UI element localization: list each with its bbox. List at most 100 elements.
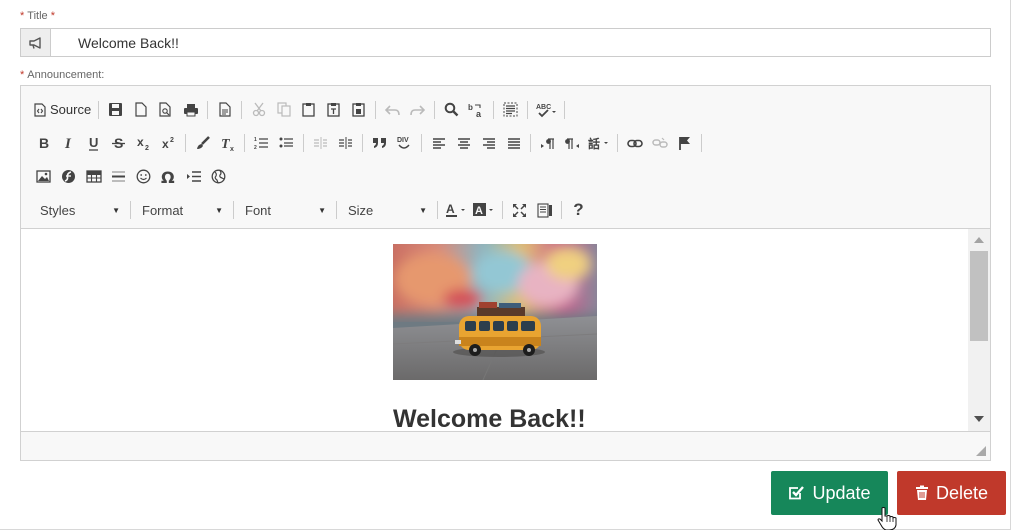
editor-content-area[interactable]: Welcome Back!!	[21, 228, 990, 432]
indent-button[interactable]	[333, 130, 358, 156]
required-marker: *	[20, 69, 25, 81]
numbered-list-button[interactable]: 12	[249, 130, 274, 156]
toolbar-separator	[493, 100, 495, 119]
new-page-button[interactable]	[128, 97, 153, 123]
page-break-button[interactable]	[181, 164, 206, 190]
toolbar-row-1: Source b a ABC	[31, 93, 990, 127]
bulleted-list-icon	[279, 137, 293, 148]
link-button[interactable]	[622, 130, 647, 156]
bulleted-list-button[interactable]	[274, 130, 299, 156]
update-button[interactable]: Update	[771, 471, 888, 515]
smiley-button[interactable]	[131, 164, 156, 190]
show-blocks-icon	[536, 203, 552, 218]
svg-text:2: 2	[170, 137, 174, 144]
save-icon	[109, 103, 123, 117]
unlink-icon	[651, 137, 668, 148]
maximize-button[interactable]	[507, 197, 532, 223]
svg-text:A: A	[446, 202, 455, 216]
svg-text:b: b	[468, 103, 473, 112]
cut-button[interactable]	[246, 97, 271, 123]
scroll-down-arrow-icon[interactable]	[974, 416, 984, 422]
background-color-button[interactable]: A	[470, 197, 498, 223]
text-direction-rtl-button[interactable]	[560, 130, 585, 156]
toolbar-separator	[336, 201, 337, 220]
bold-button[interactable]: B	[31, 130, 56, 156]
check-square-icon	[789, 486, 805, 500]
resize-grip-icon[interactable]	[976, 446, 986, 456]
svg-text:B: B	[39, 136, 49, 150]
special-char-button[interactable]: Ω	[156, 164, 181, 190]
trash-icon	[915, 485, 928, 500]
blockquote-button[interactable]	[367, 130, 392, 156]
iframe-button[interactable]	[206, 164, 231, 190]
smiley-icon	[136, 169, 151, 184]
subscript-button[interactable]: x2	[131, 130, 156, 156]
undo-button[interactable]	[380, 97, 405, 123]
remove-format-button[interactable]: Tx	[215, 130, 240, 156]
preview-button[interactable]	[153, 97, 178, 123]
font-dropdown[interactable]: Font ▼	[238, 197, 332, 223]
create-div-button[interactable]: DIV	[392, 130, 417, 156]
link-icon	[626, 139, 643, 148]
delete-button[interactable]: Delete	[897, 471, 1006, 515]
svg-text:ABC: ABC	[536, 104, 551, 111]
scrollbar-thumb[interactable]	[970, 251, 988, 341]
copy-button[interactable]	[271, 97, 296, 123]
source-label: Source	[50, 102, 92, 118]
superscript-button[interactable]: x2	[156, 130, 181, 156]
justify-button[interactable]	[501, 130, 526, 156]
toolbar-separator	[617, 134, 618, 153]
help-button[interactable]: ?	[566, 197, 591, 223]
select-all-button[interactable]	[498, 97, 523, 123]
paste-word-button[interactable]	[346, 97, 371, 123]
format-dropdown[interactable]: Format ▼	[135, 197, 229, 223]
horizontal-rule-button[interactable]	[106, 164, 131, 190]
text-color-button[interactable]: A	[442, 197, 470, 223]
paste-text-button[interactable]	[321, 97, 346, 123]
page-break-icon	[186, 171, 201, 182]
svg-text:A: A	[475, 205, 483, 217]
image-button[interactable]	[31, 164, 56, 190]
div-container-icon: DIV	[397, 137, 410, 149]
redo-button[interactable]	[405, 97, 430, 123]
toolbar-separator	[375, 100, 377, 119]
scroll-up-arrow-icon[interactable]	[974, 237, 984, 243]
size-dropdown[interactable]: Size ▼	[341, 197, 433, 223]
vertical-scrollbar[interactable]	[968, 229, 990, 431]
text-direction-ltr-button[interactable]	[535, 130, 560, 156]
toolbar-separator	[561, 201, 562, 220]
print-button[interactable]	[178, 97, 203, 123]
outdent-button[interactable]	[308, 130, 333, 156]
copy-format-button[interactable]	[190, 130, 215, 156]
align-right-button[interactable]	[476, 130, 501, 156]
anchor-button[interactable]	[672, 130, 697, 156]
save-button[interactable]	[103, 97, 128, 123]
templates-button[interactable]	[212, 97, 237, 123]
show-blocks-button[interactable]	[532, 197, 557, 223]
styles-dropdown[interactable]: Styles ▼	[31, 197, 126, 223]
toolbar-row-4: Styles ▼ Format ▼ Font ▼ Size ▼ A A ?	[31, 194, 990, 228]
unlink-button[interactable]	[647, 130, 672, 156]
spellcheck-button[interactable]: ABC	[532, 97, 560, 123]
find-button[interactable]	[439, 97, 464, 123]
announcement-label: * Announcement:	[20, 69, 104, 81]
flash-button[interactable]	[56, 164, 81, 190]
align-left-button[interactable]	[426, 130, 451, 156]
bullhorn-icon	[21, 29, 51, 56]
table-button[interactable]	[81, 164, 106, 190]
content-heading: Welcome Back!!	[393, 405, 586, 432]
align-center-icon	[457, 137, 470, 149]
source-button[interactable]: Source	[31, 97, 94, 123]
italic-button[interactable]: I	[56, 130, 81, 156]
chevron-down-icon: ▼	[215, 205, 223, 215]
align-center-button[interactable]	[451, 130, 476, 156]
superscript-icon: x2	[162, 137, 174, 150]
toolbar-separator	[530, 134, 531, 153]
replace-button[interactable]: ba	[464, 97, 489, 123]
underline-button[interactable]: U	[81, 130, 106, 156]
title-input[interactable]	[51, 29, 990, 56]
replace-icon: ba	[468, 103, 482, 118]
language-button[interactable]: 話	[585, 130, 613, 156]
paste-button[interactable]	[296, 97, 321, 123]
strikethrough-button[interactable]: S	[106, 130, 131, 156]
